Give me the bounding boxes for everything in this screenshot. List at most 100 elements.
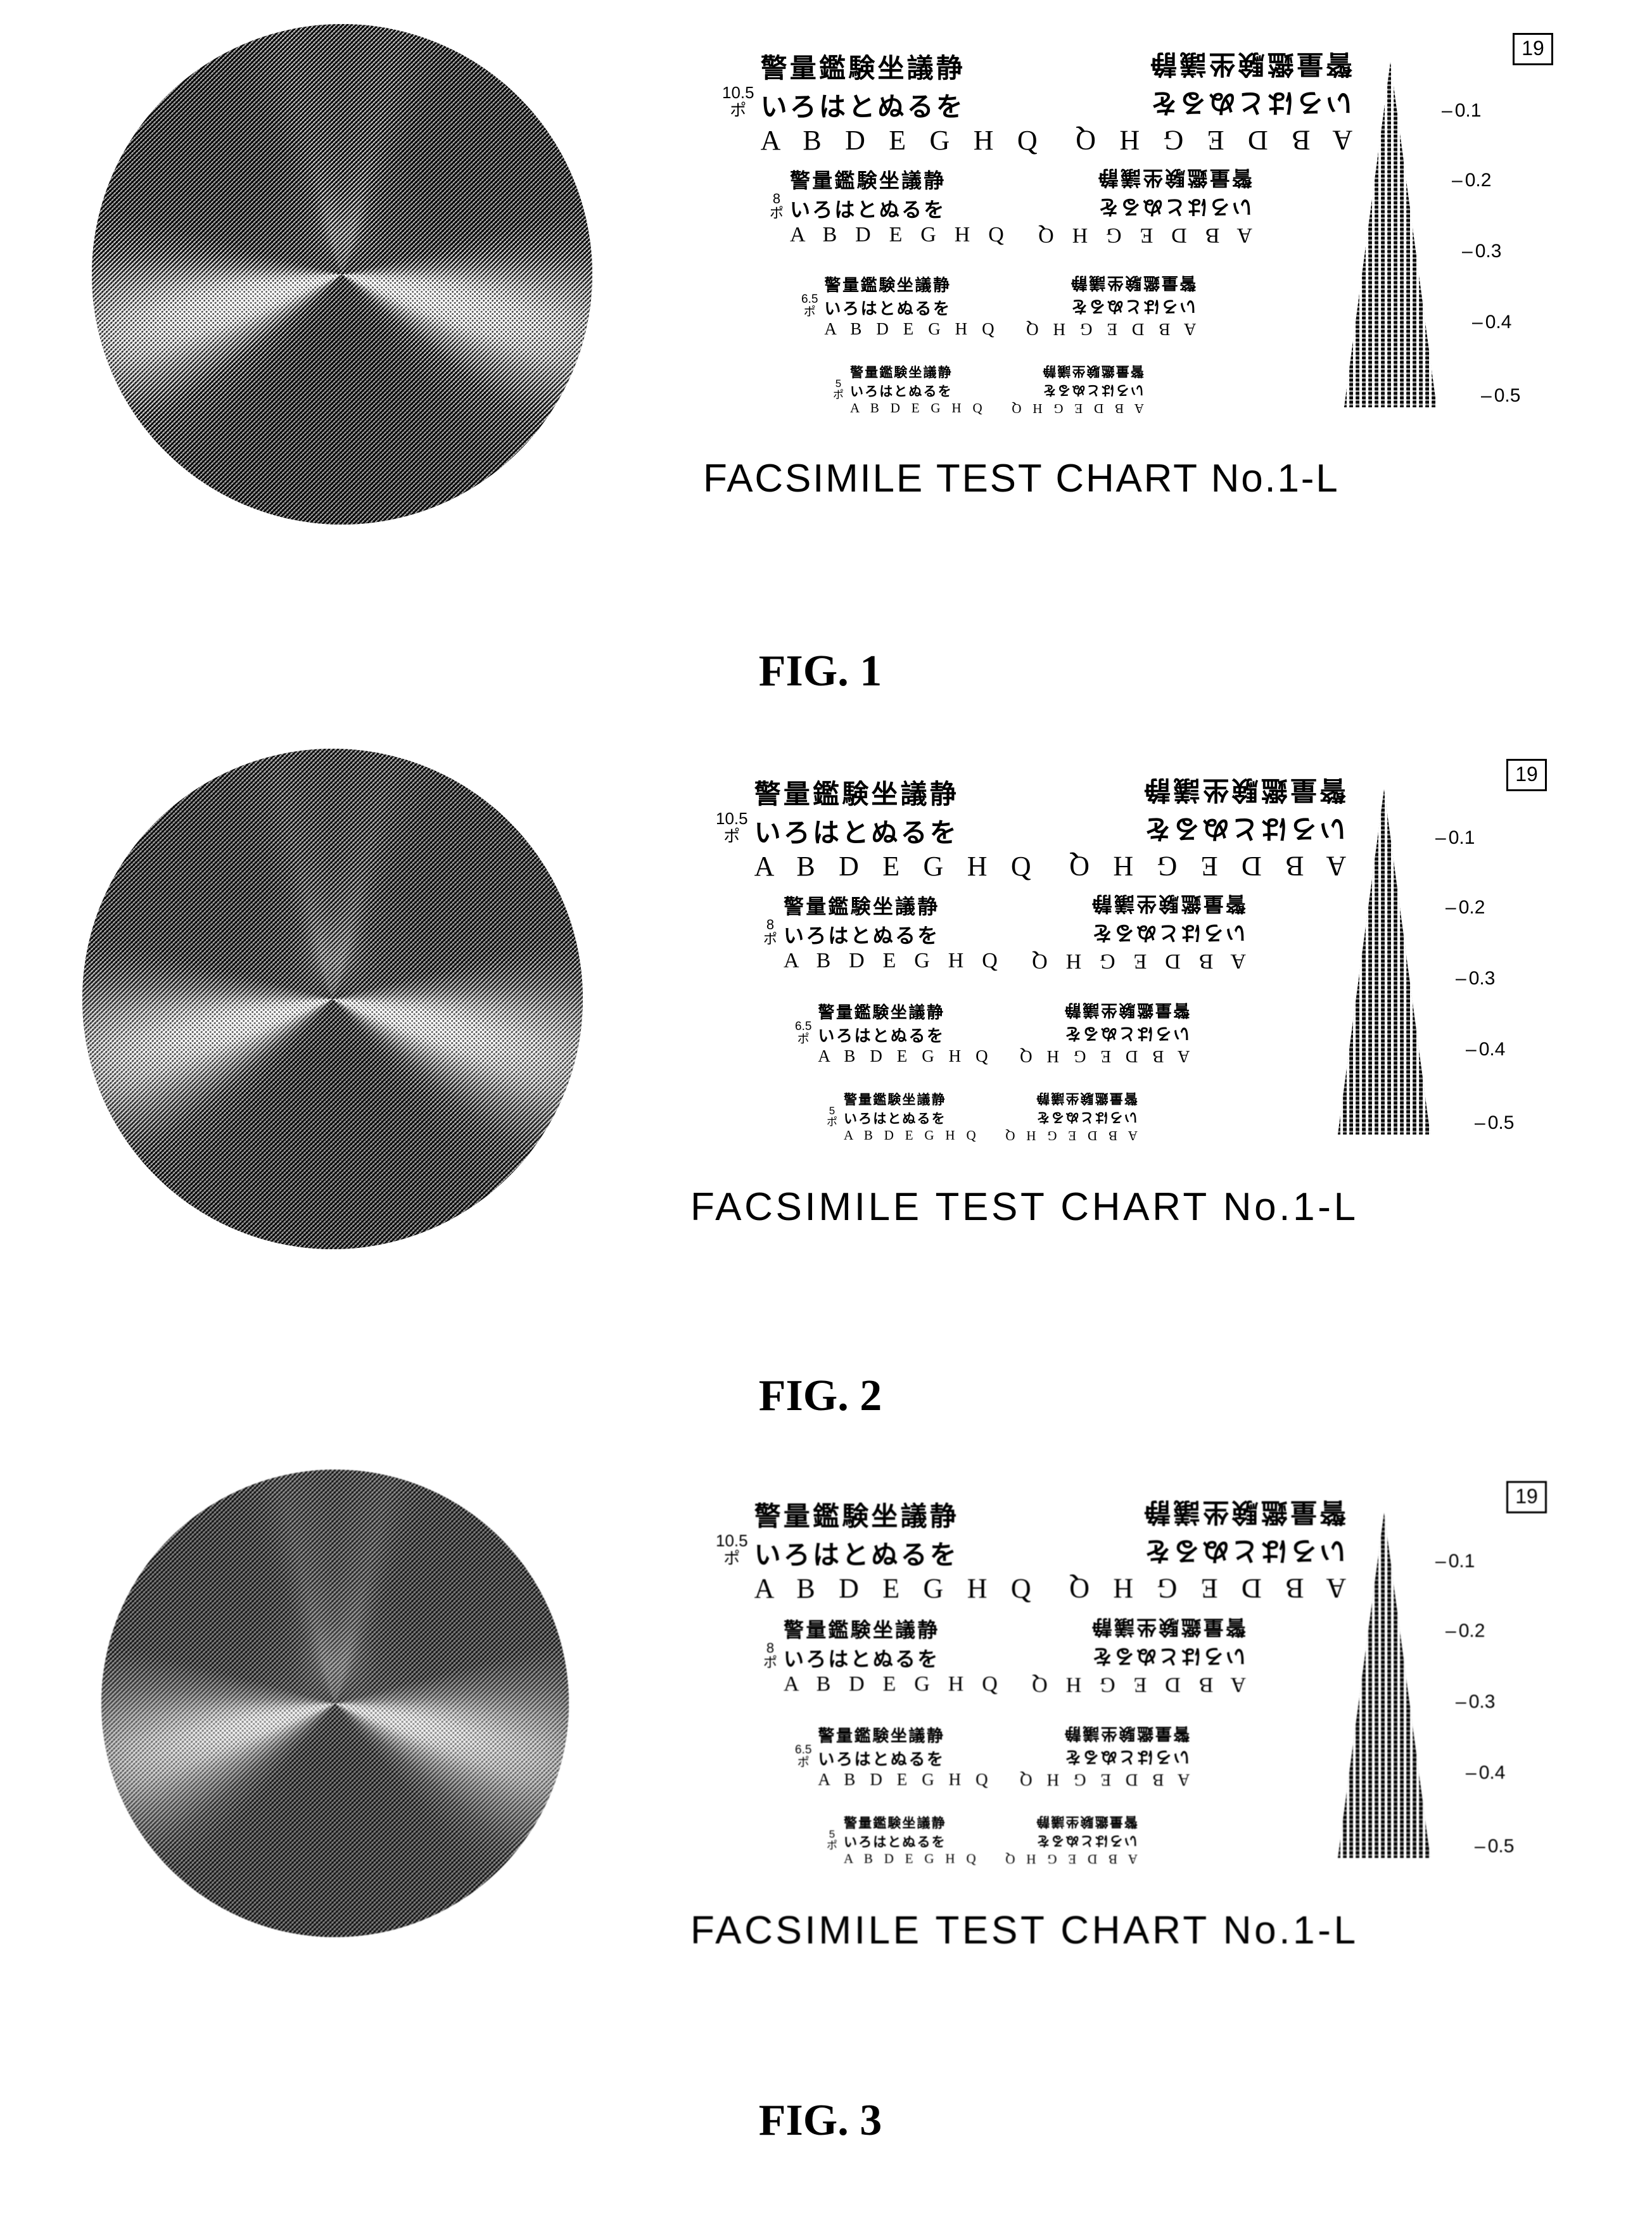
figure-panel-2: 10.5 ポ 警量鑑験坐議静 いろはとぬるを A B D E G H Q A B… [0,722,1652,1470]
chart-number-box-2: 19 [1506,759,1547,791]
text-block-10-5pt-2: 10.5 ポ 警量鑑験坐議静 いろはとぬるを A B D E G H Q A B… [716,773,1346,882]
wedge-tick: –0.2 [1446,897,1485,919]
kanji-row-rotated: 警量鑑験坐議静 [1090,1615,1246,1639]
point-size-number: 6.5 [795,1019,812,1033]
chart-caption-3: FACSIMILE TEST CHART No.1-L [690,1909,1359,1952]
point-size-number: 10.5 [722,83,754,103]
wedge-tick: –0.5 [1481,385,1520,407]
wedge-tick: –0.1 [1435,827,1475,849]
kana-row-rotated: いろはとぬるを [1062,1747,1190,1766]
text-block-8pt-1: 8 ポ 警量鑑験坐議静 いろはとぬるを A B D E G H Q A B D … [770,165,1252,247]
tick-value: 0.2 [1458,897,1485,918]
latin-row-rotated: A B D E G H Q [1014,1047,1190,1066]
text-column-upright: 警量鑑験坐議静 いろはとぬるを A B D E G H Q [844,1090,980,1143]
text-block-10-5pt-3: 10.5 ポ 警量鑑験坐議静 いろはとぬるを A B D E G H Q A B… [716,1495,1346,1605]
point-size-unit: ポ [763,931,778,947]
kanji-row-rotated: 警量鑑験坐議静 [1041,364,1144,379]
latin-row-rotated: A B D E G H Q [1060,1573,1347,1604]
point-size-unit: ポ [730,100,747,120]
point-size-unit: ポ [763,1655,778,1670]
text-column-upright: 警量鑑験坐議静 いろはとぬるを A B D E G H Q [761,47,1046,156]
point-size-unit: ポ [797,1755,810,1769]
kanji-row-rotated: 警量鑑験坐議静 [1062,1000,1190,1019]
latin-row-rotated: A B D E G H Q [1067,125,1353,156]
wedge-tick: –0.1 [1442,100,1481,122]
latin-row: A B D E G H Q [784,1672,1004,1696]
tick-value: 0.4 [1478,1039,1506,1060]
point-size-unit: ポ [797,1032,810,1046]
point-size-unit: ポ [827,1116,837,1128]
text-column-rotated: A B D E G H Q いろはとぬるを 警量鑑験坐議静 [1026,891,1246,973]
wedge-bars [1338,789,1430,1135]
tick-value: 0.5 [1494,385,1521,406]
point-size-number: 8 [766,1639,775,1656]
tick-dash: – [1472,312,1483,333]
text-block-10-5pt-1: 10.5 ポ 警量鑑験坐議静 いろはとぬるを A B D E G H Q A B… [722,47,1352,156]
point-size-unit: ポ [833,388,844,401]
tick-dash: – [1435,827,1446,848]
tick-value: 0.2 [1465,170,1492,191]
point-size-label-2-0: 10.5 ポ [716,810,748,845]
point-size-label-3-1: 8 ポ [763,1641,777,1670]
kana-row-rotated: いろはとぬるを [1090,1644,1246,1669]
tick-value: 0.1 [1448,827,1475,848]
figure-panel-1: 10.5 ポ 警量鑑験坐議静 いろはとぬるを A B D E G H Q A B… [0,0,1652,747]
text-column-rotated: A B D E G H Q いろはとぬるを 警量鑑験坐議静 [1061,773,1346,882]
figure-label-1: FIG. 1 [758,647,882,696]
kana-row-rotated: いろはとぬるを [1090,921,1246,945]
latin-row: A B D E G H Q [824,319,1000,338]
kanji-row: 警量鑑験坐議静 [844,1092,946,1107]
text-block-8pt-2: 8 ポ 警量鑑験坐議静 いろはとぬるを A B D E G H Q A B D … [763,891,1246,973]
point-size-number: 5 [829,1828,836,1840]
text-block-5pt-1: 5 ポ 警量鑑験坐議静 いろはとぬるを A B D E G H Q A B D … [833,362,1144,416]
kanji-row: 警量鑑験坐議静 [790,168,946,193]
wedge-tick: –0.5 [1475,1112,1514,1134]
kana-row: いろはとぬるを [844,1834,946,1850]
kana-row: いろはとぬるを [754,1539,960,1570]
kanji-row: 警量鑑験坐議静 [818,1727,945,1746]
kana-row: いろはとぬるを [760,91,966,122]
tick-dash: – [1466,1762,1477,1783]
text-column-rotated: A B D E G H Q いろはとぬるを 警量鑑験坐議静 [1021,272,1196,339]
wedge-tick: –0.2 [1452,170,1491,191]
latin-row-rotated: A B D E G H Q [1031,224,1252,247]
figure-label-2: FIG. 2 [758,1371,882,1420]
wedge-tick: –0.4 [1466,1039,1505,1060]
kanji-row-rotated: 警量鑑験坐議静 [1141,775,1347,806]
kana-row: いろはとぬるを [784,1647,940,1671]
point-size-label-1-0: 10.5 ポ [722,84,754,119]
point-size-label-2-1: 8 ポ [763,917,777,946]
kanji-row: 警量鑑験坐議静 [784,894,940,919]
tick-dash: – [1452,170,1463,191]
kana-row: いろはとぬるを [844,1111,946,1126]
point-size-number: 5 [835,377,842,390]
tick-dash: – [1481,385,1492,406]
wedge-tick: –0.2 [1446,1620,1485,1642]
figure-panel-3: 10.5 ポ 警量鑑験坐議静 いろはとぬるを A B D E G H Q A B… [0,1437,1652,2197]
point-size-unit: ポ [723,826,740,846]
point-size-label-2-3: 5 ポ [827,1105,837,1128]
point-size-number: 6.5 [795,1743,812,1757]
wedge-tick: –0.5 [1475,1836,1514,1857]
latin-row-rotated: A B D E G H Q [1007,401,1144,416]
text-column-rotated: A B D E G H Q いろはとぬるを 警量鑑験坐議静 [1026,1614,1246,1696]
kanji-row: 警量鑑験坐議静 [754,1501,960,1532]
point-size-label-1-1: 8 ポ [770,191,784,220]
kanji-row-rotated: 警量鑑験坐議静 [1069,273,1197,292]
wedge-tick: –0.1 [1435,1551,1475,1572]
latin-row: A B D E G H Q [844,1851,980,1866]
chart-caption-2: FACSIMILE TEST CHART No.1-L [690,1185,1359,1229]
tick-dash: – [1475,1112,1485,1133]
text-column-rotated: A B D E G H Q いろはとぬるを 警量鑑験坐議静 [1032,165,1252,247]
wedge-tick: –0.3 [1456,968,1495,989]
kana-row: いろはとぬるを [818,1750,945,1769]
figure-label-3: FIG. 3 [758,2096,882,2145]
resolution-wedge-2: –0.1 –0.2 –0.3 –0.4 – 0.5 [1324,789,1527,1144]
point-size-number: 8 [766,916,775,932]
facsimile-test-chart-1: 10.5 ポ 警量鑑験坐議静 いろはとぬるを A B D E G H Q A B… [697,33,1596,583]
point-size-label-3-0: 10.5 ポ [716,1532,748,1567]
text-column-rotated: A B D E G H Q いろはとぬるを 警量鑑験坐議静 [1067,47,1352,156]
tick-value: 0.5 [1487,1836,1515,1857]
point-size-label-3-3: 5 ポ [827,1828,837,1852]
halftone-screen-dark [101,1470,569,1937]
